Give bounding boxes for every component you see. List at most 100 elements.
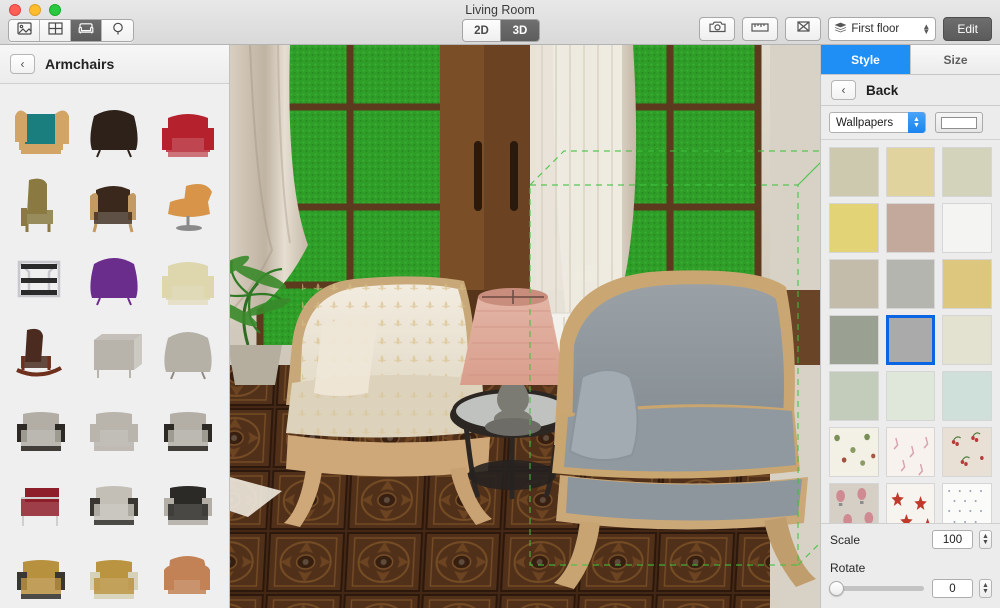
catalog-item-armchair-grey-swivel-tub[interactable] [151,314,225,388]
inspector-back-button[interactable]: ‹ [831,80,856,100]
catalog-item-armchair-dark-brown-tub[interactable] [78,92,152,166]
swatch-wallpaper-olive-grey[interactable] [829,315,879,365]
picture-view-button[interactable] [9,20,40,41]
catalog-grid[interactable] [0,84,229,608]
catalog-item-armchair-olive-recliner[interactable] [4,166,78,240]
catalog-item-armchair-light-grey-sofa[interactable] [78,462,152,536]
swatch-wallpaper-ballerinas[interactable] [885,427,936,477]
wallpaper-swatch-grid[interactable] [821,140,1000,528]
transform-button[interactable] [785,17,822,41]
catalog-item-armchair-purple-tub[interactable] [78,240,152,314]
inspector-tabs[interactable]: Style Size [821,45,1000,75]
swatch-wallpaper-white[interactable] [942,203,992,253]
tab-size[interactable]: Size [911,45,1000,74]
rotate-slider[interactable] [829,581,924,596]
catalog-header: ‹ Armchairs [0,45,229,84]
catalog-item-armchair-teal-art-deco[interactable] [4,92,78,166]
tab-style[interactable]: Style [821,45,911,74]
material-category-select[interactable]: Wallpapers ▲ ▼ [829,112,926,133]
catalog-item-armchair-crimson-modern[interactable] [4,462,78,536]
inspector-back-row: ‹ Back [821,75,1000,106]
rotate-row: 0 ▲ ▼ [821,577,1000,608]
swatch-wallpaper-tiny-dots[interactable] [942,483,992,528]
plain-color-button[interactable] [935,112,983,133]
rotate-stepper[interactable]: ▲ ▼ [979,579,992,598]
chevron-updown-icon: ▲ ▼ [908,112,925,133]
chevron-left-icon: ‹ [841,83,846,97]
catalog-item-armchair-tan-lounge[interactable] [151,166,225,240]
wallpaper-floral-roses-texture [830,428,878,476]
furniture-view-button[interactable] [71,20,102,41]
wallpaper-grey-selected-texture [888,318,933,362]
swatch-wallpaper-pale-sage[interactable] [942,147,992,197]
catalog-item-armchair-red-classic[interactable] [151,92,225,166]
inspector-back-label: Back [866,82,899,98]
catalog-item-armchair-ochre-fabric-b[interactable] [78,536,152,608]
swatch-wallpaper-mint-pale[interactable] [885,371,936,421]
swatch-wallpaper-beige-grey[interactable] [829,147,879,197]
swatch-wallpaper-ivory[interactable] [942,315,992,365]
armchair-grey-boxy-a-thumbnail [16,412,65,451]
chevron-updown-icon: ▲ ▼ [922,22,931,36]
swatch-wallpaper-grey-selected[interactable] [885,315,936,365]
armchair-ochre-fabric-b-thumbnail [90,560,139,599]
catalog-item-armchair-grey-boxy-a[interactable] [4,388,78,462]
swatch-wallpaper-red-stars[interactable] [885,483,936,528]
catalog-item-armchair-rocking-brown[interactable] [4,314,78,388]
catalog-item-armchair-tan-leather-plush[interactable] [151,536,225,608]
catalog-back-button[interactable]: ‹ [10,54,35,74]
catalog-item-armchair-cream-leather[interactable] [151,240,225,314]
swatch-wallpaper-floral-roses[interactable] [829,427,879,477]
scale-stepper[interactable]: ▲ ▼ [979,530,992,549]
armchair-grey-boxy-b-thumbnail [90,412,139,451]
swatch-wallpaper-gold-dotted[interactable] [942,259,992,309]
wallpaper-tiny-dots-texture [943,484,991,528]
rotate-slider-knob[interactable] [829,581,844,596]
wallpaper-taupe-texture [830,260,878,308]
object-transform-icon [796,20,811,38]
swatch-wallpaper-warm-grey[interactable] [885,259,936,309]
armchair-tan-leather-plush-thumbnail [164,556,211,594]
wallpaper-dusty-rose-texture [886,204,935,252]
tree-icon [111,22,125,40]
swatch-wallpaper-sand[interactable] [885,147,936,197]
screenshot-button[interactable] [699,17,736,41]
catalog-item-armchair-grey-boxy-c[interactable] [151,388,225,462]
plan-grid-view-button[interactable] [40,20,71,41]
outdoor-view-button[interactable] [102,20,133,41]
armchair-brown-wood-frame-thumbnail [90,186,137,233]
3d-viewport[interactable] [230,45,820,608]
swatch-wallpaper-hot-air-balloons[interactable] [829,483,879,528]
view-mode-segmented-control[interactable] [8,19,134,42]
catalog-item-armchair-ochre-fabric-a[interactable] [4,536,78,608]
swatch-wallpaper-cherries[interactable] [942,427,992,477]
catalog-item-armchair-wassily-chrome[interactable] [4,240,78,314]
wallpaper-yellow-texture [830,204,878,252]
catalog-item-armchair-brown-wood-frame[interactable] [78,166,152,240]
floor-select[interactable]: First floor ▲ ▼ [828,17,937,41]
app-window: Living Room 2D 3D First floor ▲ ▼ Edit ‹… [0,0,1000,608]
floor-select-value: First floor [851,23,900,35]
swatch-wallpaper-dusty-rose[interactable] [885,203,936,253]
tab-2d[interactable]: 2D [463,20,501,41]
catalog-item-armchair-grey-boxy-b[interactable] [78,388,152,462]
scale-input[interactable]: 100 [932,530,973,549]
rotate-label-row: Rotate [821,555,1000,577]
swatch-wallpaper-sage-green[interactable] [829,371,879,421]
catalog-item-armchair-grey-cube[interactable] [78,314,152,388]
material-category-value: Wallpapers [836,116,894,129]
color-preview [941,116,977,129]
swatch-wallpaper-aqua-pale[interactable] [942,371,992,421]
tab-3d[interactable]: 3D [501,20,539,41]
scale-label: Scale [830,532,861,547]
sofa-icon [78,22,94,40]
rotate-input[interactable]: 0 [932,579,973,598]
dimension-segmented-control[interactable]: 2D 3D [462,19,540,42]
property-controls: Scale 100 ▲ ▼ Rotate 0 ▲ ▼ [821,523,1000,608]
measure-button[interactable] [742,17,779,41]
armchair-tan-lounge-thumbnail [168,184,213,231]
edit-button[interactable]: Edit [943,17,992,41]
swatch-wallpaper-taupe[interactable] [829,259,879,309]
catalog-item-armchair-black-grey-cushion[interactable] [151,462,225,536]
swatch-wallpaper-yellow[interactable] [829,203,879,253]
